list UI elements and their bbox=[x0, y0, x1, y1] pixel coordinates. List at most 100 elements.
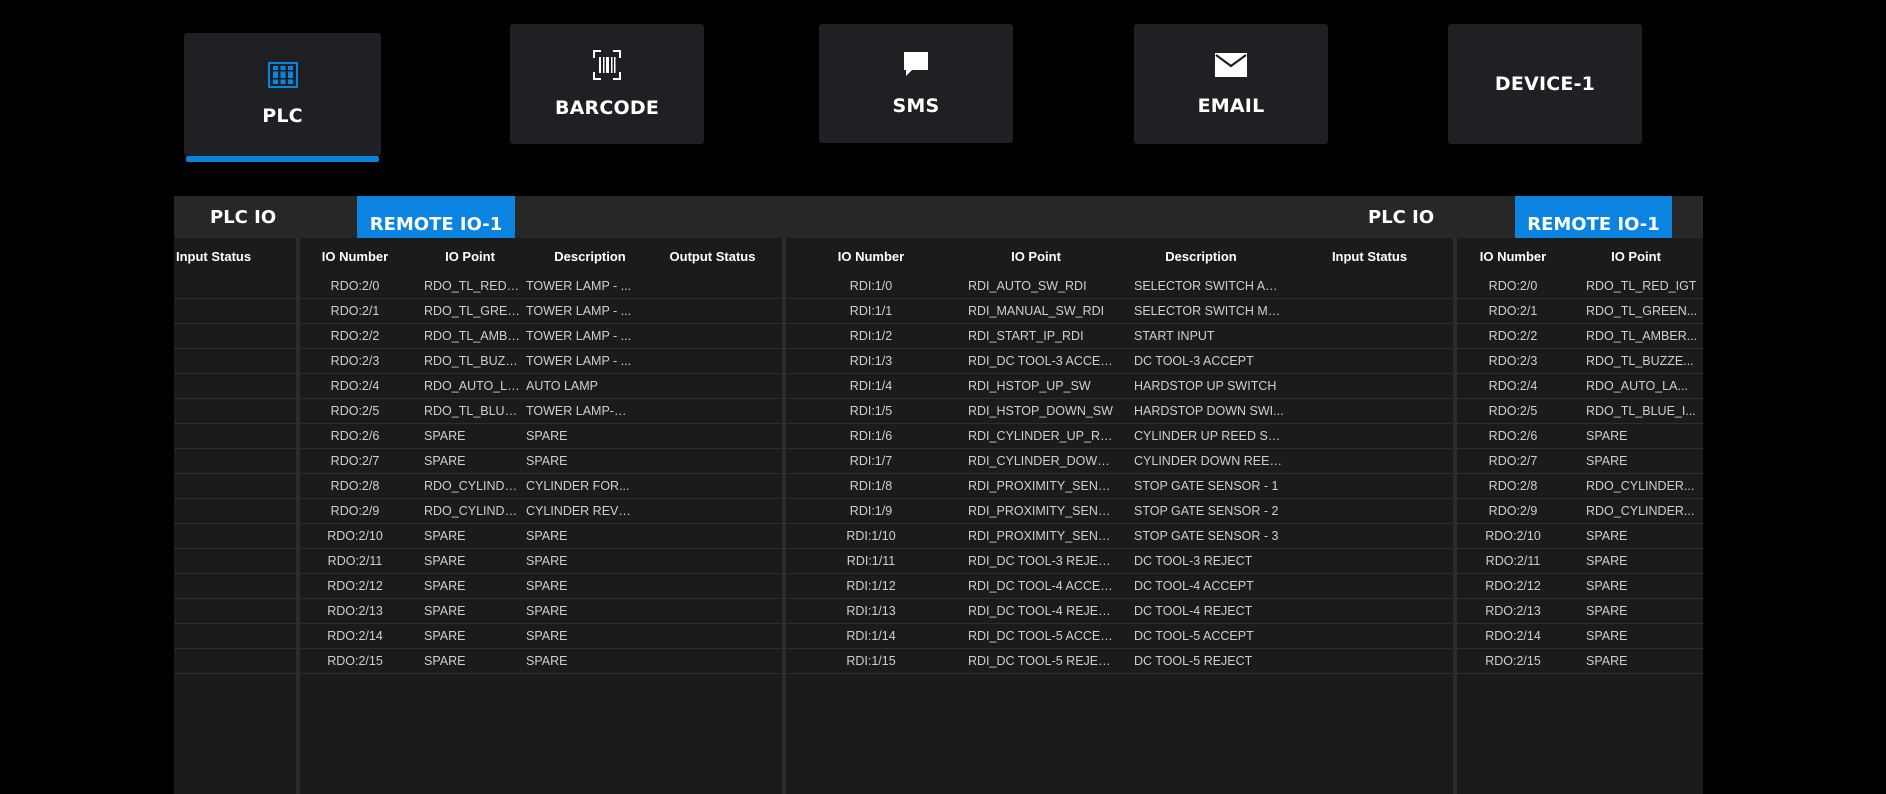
io-point-cell: RDO_AUTO_LA... bbox=[424, 379, 524, 393]
table-row[interactable]: RDO:2/9 RDO_CYLINDER... bbox=[1457, 499, 1703, 524]
table-row[interactable]: RDO:2/5 RDO_TL_BLUE_I... TOWER LAMP-B... bbox=[300, 399, 782, 424]
table-row[interactable]: RDO:2/4 RDO_AUTO_LA... AUTO LAMP bbox=[300, 374, 782, 399]
table-row[interactable]: RDO:2/3 RDO_TL_BUZZE... TOWER LAMP - ... bbox=[300, 349, 782, 374]
io-point-cell: RDI_HSTOP_DOWN_SW bbox=[968, 404, 1113, 418]
tab-plc[interactable]: PLC bbox=[184, 33, 381, 162]
table-row[interactable]: RDI:1/1 RDI_MANUAL_SW_RDI SELECTOR SWITCH … bbox=[786, 299, 1453, 324]
table-row[interactable]: RDI:1/0 RDI_AUTO_SW_RDI SELECTOR SWITCH AU… bbox=[786, 274, 1453, 299]
table-row[interactable]: RDO:2/10 SPARE bbox=[1457, 524, 1703, 549]
input-status-row[interactable] bbox=[174, 449, 296, 474]
table-row[interactable]: RDI:1/13 RDI_DC TOOL-4 REJECT DC TOOL-4 RE… bbox=[786, 599, 1453, 624]
input-status-row[interactable] bbox=[174, 599, 296, 624]
input-status-row[interactable] bbox=[174, 574, 296, 599]
io-point-cell: RDO_CYLINDER... bbox=[1586, 504, 1695, 518]
input-status-cell bbox=[1286, 549, 1453, 574]
table-row[interactable]: RDO:2/12 SPARE bbox=[1457, 574, 1703, 599]
table-row[interactable]: RDI:1/2 RDI_START_IP_RDI START INPUT bbox=[786, 324, 1453, 349]
output-status-cell bbox=[650, 449, 775, 474]
input-status-row[interactable] bbox=[174, 499, 296, 524]
table-row[interactable]: RDI:1/6 RDI_CYLINDER_UP_RSW CYLINDER UP RE… bbox=[786, 424, 1453, 449]
table-row[interactable]: RDI:1/4 RDI_HSTOP_UP_SW HARDSTOP UP SWITCH bbox=[786, 374, 1453, 399]
io-number-cell: RDO:2/12 bbox=[327, 579, 383, 593]
active-tab-indicator bbox=[186, 156, 379, 162]
table-row[interactable]: RDI:1/14 RDI_DC TOOL-5 ACCEPT DC TOOL-5 AC… bbox=[786, 624, 1453, 649]
input-status-row[interactable] bbox=[174, 474, 296, 499]
table-row[interactable]: RDO:2/0 RDO_TL_RED_IGT bbox=[1457, 274, 1703, 299]
table-row[interactable]: RDO:2/6 SPARE bbox=[1457, 424, 1703, 449]
input-status-row[interactable] bbox=[174, 399, 296, 424]
table-row[interactable]: RDO:2/15 SPARE SPARE bbox=[300, 649, 782, 674]
table-row[interactable]: RDO:2/7 SPARE SPARE bbox=[300, 449, 782, 474]
input-status-row[interactable] bbox=[174, 274, 296, 299]
description-cell: STOP GATE SENSOR - 3 bbox=[1134, 529, 1279, 543]
tab-device-1-label: DEVICE-1 bbox=[1494, 73, 1596, 95]
input-status-row[interactable] bbox=[174, 649, 296, 674]
table-row[interactable]: RDI:1/7 RDI_CYLINDER_DOWN_... CYLINDER DOW… bbox=[786, 449, 1453, 474]
io-point-cell: RDO_CYLINDER... bbox=[424, 479, 524, 493]
tab-barcode[interactable]: BARCODE bbox=[510, 24, 704, 144]
table-row[interactable]: RDI:1/11 RDI_DC TOOL-3 REJECT DC TOOL-3 RE… bbox=[786, 549, 1453, 574]
table-row[interactable]: RDI:1/5 RDI_HSTOP_DOWN_SW HARDSTOP DOWN S… bbox=[786, 399, 1453, 424]
io-point-cell: SPARE bbox=[1586, 604, 1628, 618]
input-status-cell bbox=[1286, 524, 1453, 549]
tab-device-1[interactable]: DEVICE-1 bbox=[1448, 24, 1642, 144]
input-status-row[interactable] bbox=[174, 424, 296, 449]
input-status-row[interactable] bbox=[174, 549, 296, 574]
table-row[interactable]: RDO:2/14 SPARE SPARE bbox=[300, 624, 782, 649]
io-point-cell: SPARE bbox=[1586, 579, 1628, 593]
input-status-row[interactable] bbox=[174, 374, 296, 399]
io-point-cell: RDO_TL_AMBER... bbox=[424, 329, 524, 343]
description-cell: DC TOOL-4 ACCEPT bbox=[1134, 579, 1254, 593]
table-row[interactable]: RDI:1/3 RDI_DC TOOL-3 ACCEPT DC TOOL-3 ACC… bbox=[786, 349, 1453, 374]
table-row[interactable]: RDO:2/0 RDO_TL_RED_IGT TOWER LAMP - ... bbox=[300, 274, 782, 299]
description-cell: DC TOOL-5 REJECT bbox=[1134, 654, 1253, 668]
table-row[interactable]: RDO:2/8 RDO_CYLINDER... CYLINDER FOR... bbox=[300, 474, 782, 499]
tab-plc-io-right[interactable]: PLC IO bbox=[1368, 196, 1434, 238]
table-row[interactable]: RDO:2/10 SPARE SPARE bbox=[300, 524, 782, 549]
tab-remote-io-1-left[interactable]: REMOTE IO-1 bbox=[357, 196, 515, 238]
table-row[interactable]: RDI:1/8 RDI_PROXIMITY_SENSO... STOP GATE S… bbox=[786, 474, 1453, 499]
table-row[interactable]: RDO:2/12 SPARE SPARE bbox=[300, 574, 782, 599]
table-row[interactable]: RDO:2/1 RDO_TL_GREEN... bbox=[1457, 299, 1703, 324]
table-row[interactable]: RDI:1/15 RDI_DC TOOL-5 REJECT DC TOOL-5 RE… bbox=[786, 649, 1453, 674]
table-row[interactable]: RDO:2/6 SPARE SPARE bbox=[300, 424, 782, 449]
input-status-cell bbox=[1286, 374, 1453, 399]
output-status-cell bbox=[650, 424, 775, 449]
table-row[interactable]: RDI:1/9 RDI_PROXIMITY_SENSO... STOP GATE S… bbox=[786, 499, 1453, 524]
tab-remote-io-1-right[interactable]: REMOTE IO-1 bbox=[1515, 196, 1672, 238]
table-row[interactable]: RDO:2/14 SPARE bbox=[1457, 624, 1703, 649]
table-row[interactable]: RDO:2/3 RDO_TL_BUZZE... bbox=[1457, 349, 1703, 374]
io-point-cell: RDI_HSTOP_UP_SW bbox=[968, 379, 1091, 393]
input-status-row[interactable] bbox=[174, 324, 296, 349]
io-number-cell: RDI:1/13 bbox=[846, 604, 896, 618]
description-cell: TOWER LAMP-B... bbox=[526, 404, 632, 418]
table-row[interactable]: RDO:2/13 SPARE SPARE bbox=[300, 599, 782, 624]
io-point-cell: SPARE bbox=[424, 579, 466, 593]
table-row[interactable]: RDO:2/15 SPARE bbox=[1457, 649, 1703, 674]
table-row[interactable]: RDO:2/2 RDO_TL_AMBER... bbox=[1457, 324, 1703, 349]
table-row[interactable]: RDO:2/1 RDO_TL_GREEN...TOWER LAMP - ... bbox=[300, 299, 782, 324]
table-row[interactable]: RDI:1/12 RDI_DC TOOL-4 ACCEPT DC TOOL-4 AC… bbox=[786, 574, 1453, 599]
description-cell: SPARE bbox=[526, 554, 568, 568]
table-row[interactable]: RDO:2/11 SPARE bbox=[1457, 549, 1703, 574]
io-point-cell: SPARE bbox=[424, 454, 466, 468]
table-row[interactable]: RDO:2/11 SPARE SPARE bbox=[300, 549, 782, 574]
tab-plc-io-left[interactable]: PLC IO bbox=[210, 196, 276, 238]
table-row[interactable]: RDO:2/9 RDO_CYLINDER... CYLINDER REVE... bbox=[300, 499, 782, 524]
email-icon bbox=[1214, 52, 1248, 83]
table-row[interactable]: RDO:2/7 SPARE bbox=[1457, 449, 1703, 474]
io-point-cell: RDO_TL_AMBER... bbox=[1586, 329, 1698, 343]
input-status-row[interactable] bbox=[174, 349, 296, 374]
input-status-row[interactable] bbox=[174, 624, 296, 649]
table-row[interactable]: RDO:2/4 RDO_AUTO_LA... bbox=[1457, 374, 1703, 399]
input-status-row[interactable] bbox=[174, 299, 296, 324]
table-row[interactable]: RDI:1/10 RDI_PROXIMITY_SENSO... STOP GATE … bbox=[786, 524, 1453, 549]
table-row[interactable]: RDO:2/8 RDO_CYLINDER... bbox=[1457, 474, 1703, 499]
table-row[interactable]: RDO:2/2 RDO_TL_AMBER...TOWER LAMP - ... bbox=[300, 324, 782, 349]
table-row[interactable]: RDO:2/13 SPARE bbox=[1457, 599, 1703, 624]
io-number-cell: RDI:1/4 bbox=[849, 379, 893, 393]
tab-email[interactable]: EMAIL bbox=[1134, 24, 1328, 144]
table-row[interactable]: RDO:2/5 RDO_TL_BLUE_I... bbox=[1457, 399, 1703, 424]
tab-sms[interactable]: SMS bbox=[819, 24, 1013, 143]
input-status-row[interactable] bbox=[174, 524, 296, 549]
